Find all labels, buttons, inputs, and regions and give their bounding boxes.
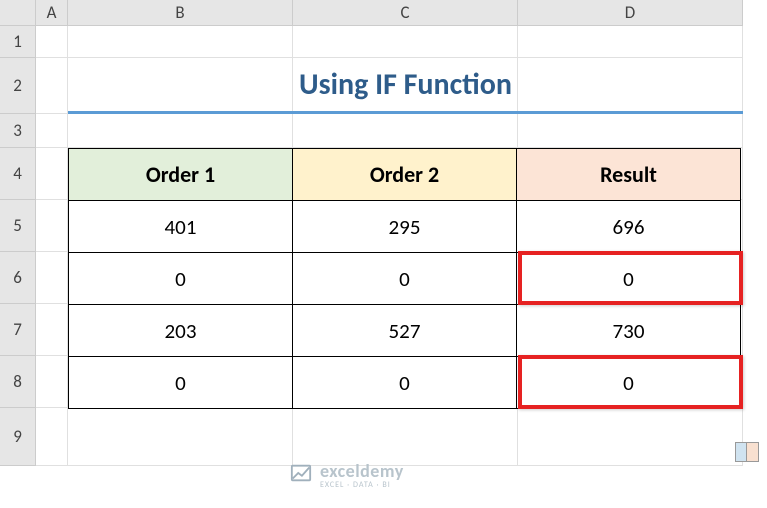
data-table: Order 1 Order 2 Result 401 295 696 0 0 0… [68,148,741,409]
header-order2[interactable]: Order 2 [293,149,517,201]
cell-D1[interactable] [518,26,743,58]
watermark: exceldemy EXCEL · DATA · BI [290,460,404,490]
cell-order1[interactable]: 0 [69,357,293,409]
header-order1[interactable]: Order 1 [69,149,293,201]
col-header-C[interactable]: C [293,0,518,26]
spreadsheet-grid: A B C D 1 2 3 4 5 6 7 8 9 Using IF Funct… [0,0,767,508]
row-header-6[interactable]: 6 [0,252,36,304]
cell-A5[interactable] [36,200,68,252]
cell-A7[interactable] [36,304,68,356]
cell-result[interactable]: 0 [517,253,741,305]
cell-order2[interactable]: 0 [293,357,517,409]
col-header-B[interactable]: B [68,0,293,26]
cell-order2[interactable]: 527 [293,305,517,357]
cell-C9[interactable] [293,408,518,466]
cell-order1[interactable]: 0 [69,253,293,305]
row-header-9[interactable]: 9 [0,408,36,466]
select-all-corner[interactable] [0,0,36,26]
cell-C3[interactable] [293,114,518,148]
cell-C1[interactable] [293,26,518,58]
table-header-row: Order 1 Order 2 Result [69,149,741,201]
cell-order1[interactable]: 401 [69,201,293,253]
cell-order1[interactable]: 203 [69,305,293,357]
row-header-1[interactable]: 1 [0,26,36,58]
row-header-2[interactable]: 2 [0,58,36,114]
table-row: 0 0 0 [69,357,741,409]
cell-D9[interactable] [518,408,743,466]
cell-A3[interactable] [36,114,68,148]
cell-B1[interactable] [68,26,293,58]
cell-result[interactable]: 730 [517,305,741,357]
cell-A2[interactable] [36,58,68,114]
row-header-8[interactable]: 8 [0,356,36,408]
row-header-4[interactable]: 4 [0,148,36,200]
cell-A8[interactable] [36,356,68,408]
cell-A6[interactable] [36,252,68,304]
row-header-5[interactable]: 5 [0,200,36,252]
cell-B3[interactable] [68,114,293,148]
cell-A9[interactable] [36,408,68,466]
cell-order2[interactable]: 295 [293,201,517,253]
cell-B9[interactable] [68,408,293,466]
col-header-D[interactable]: D [518,0,743,26]
cell-A1[interactable] [36,26,68,58]
cell-result[interactable]: 0 [517,357,741,409]
table-row: 203 527 730 [69,305,741,357]
cell-order2[interactable]: 0 [293,253,517,305]
page-title: Using IF Function [68,58,743,114]
watermark-name: exceldemy [320,460,404,482]
logo-icon [290,462,312,488]
col-header-A[interactable]: A [36,0,68,26]
cell-result[interactable]: 696 [517,201,741,253]
row-header-3[interactable]: 3 [0,114,36,148]
table-row: 401 295 696 [69,201,741,253]
column-headers: A B C D [0,0,767,26]
header-result[interactable]: Result [517,149,741,201]
cell-A4[interactable] [36,148,68,200]
row-header-7[interactable]: 7 [0,304,36,356]
cell-D3[interactable] [518,114,743,148]
watermark-text: exceldemy EXCEL · DATA · BI [320,460,404,490]
paste-options-icon[interactable] [735,442,759,462]
table-row: 0 0 0 [69,253,741,305]
